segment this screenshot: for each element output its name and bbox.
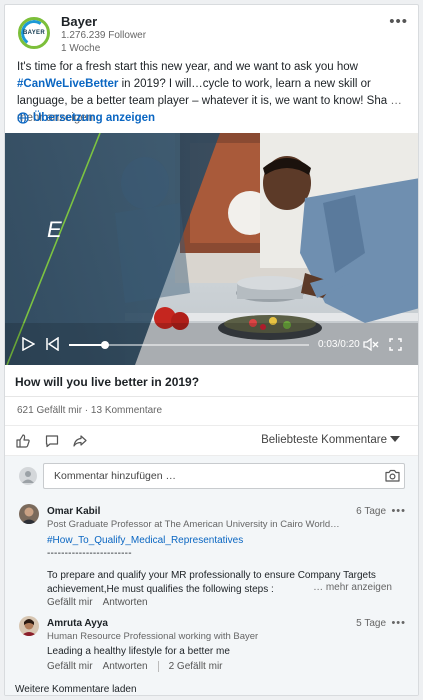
video-title[interactable]: How will you live better in 2019? <box>5 365 418 397</box>
video-frame <box>5 133 418 365</box>
comment-more-icon[interactable]: ••• <box>391 505 406 517</box>
company-logo[interactable]: BAYER <box>18 17 50 49</box>
follower-count: 1.276.239 Follower <box>61 30 147 41</box>
reaction-counts[interactable]: 621 Gefällt mir · 13 Kommentare <box>17 405 162 416</box>
post-hashtag[interactable]: #CanWeLiveBetter <box>17 78 118 90</box>
comment-like-button[interactable]: Gefällt mir <box>47 661 93 672</box>
video-overlay-letter: E <box>47 217 62 242</box>
avatar-photo <box>19 504 39 524</box>
post-actions: Beliebteste Kommentare <box>5 425 418 455</box>
feed-post-card: BAYER Bayer 1.276.239 Follower 1 Woche •… <box>4 4 419 696</box>
comment-divider-text: ------------------------ <box>47 548 132 559</box>
timeline-played <box>69 344 105 346</box>
comments-section: Omar Kabil Post Graduate Professor at Th… <box>5 455 418 695</box>
person-icon <box>22 471 34 483</box>
avatar-photo <box>19 616 39 636</box>
comment-age: 6 Tage <box>356 506 386 517</box>
comment-reply-button[interactable]: Antworten <box>103 597 148 608</box>
commenter-name[interactable]: Omar Kabil <box>47 506 100 517</box>
comment-like-count[interactable]: 2 Gefällt mir <box>169 661 223 672</box>
comment-actions: Gefällt mir Antworten <box>47 597 148 608</box>
comment-text: Leading a healthy lifestyle for a better… <box>47 646 230 657</box>
play-icon[interactable] <box>21 337 35 351</box>
translate-button[interactable]: Übersetzung anzeigen <box>17 112 155 124</box>
comment-age: 5 Tage <box>356 618 386 629</box>
globe-icon <box>17 112 29 124</box>
commenter-avatar[interactable] <box>19 504 39 524</box>
more-options-icon[interactable]: ••• <box>389 13 408 30</box>
fullscreen-icon[interactable] <box>389 338 402 351</box>
comment-actions: Gefällt mir Antworten 2 Gefällt mir <box>47 661 223 672</box>
video-timeline[interactable] <box>69 341 309 349</box>
translate-label: Übersetzung anzeigen <box>33 112 156 124</box>
comment-reply-button[interactable]: Antworten <box>103 661 148 672</box>
commenter-avatar[interactable] <box>19 616 39 636</box>
company-name[interactable]: Bayer <box>61 14 97 29</box>
load-more-comments[interactable]: Weitere Kommentare laden <box>15 684 137 695</box>
action-separator <box>157 661 159 672</box>
comment-more-icon[interactable]: ••• <box>391 617 406 629</box>
skip-back-icon[interactable] <box>45 337 59 351</box>
comment-icon[interactable] <box>45 434 59 448</box>
mute-icon[interactable] <box>363 338 379 351</box>
video-time: 0:03/0:20 <box>318 339 360 350</box>
video-player[interactable]: E 0:03/0:20 <box>5 133 418 365</box>
comment-like-button[interactable]: Gefällt mir <box>47 597 93 608</box>
commenter-name[interactable]: Amruta Ayya <box>47 618 108 629</box>
comment-show-more[interactable]: … mehr anzeigen <box>313 582 392 593</box>
commenter-headline: Post Graduate Professor at The American … <box>47 519 340 530</box>
my-avatar <box>19 467 37 485</box>
timeline-scrubber[interactable] <box>101 341 109 349</box>
like-icon[interactable] <box>16 434 30 448</box>
share-icon[interactable] <box>73 434 87 448</box>
post-header: BAYER Bayer 1.276.239 Follower 1 Woche •… <box>5 5 418 57</box>
comment-input[interactable] <box>43 463 405 489</box>
sort-label: Beliebteste Kommentare <box>261 434 387 446</box>
post-age: 1 Woche <box>61 43 101 54</box>
comment-sort-dropdown[interactable]: Beliebteste Kommentare <box>261 434 400 446</box>
chevron-down-icon <box>390 436 400 442</box>
camera-icon[interactable] <box>385 469 400 482</box>
post-text-1: It's time for a fresh start this new yea… <box>17 61 358 73</box>
comment-hashtag[interactable]: #How_To_Qualify_Medical_Representatives <box>47 534 397 548</box>
logo-text: BAYER <box>23 30 45 36</box>
commenter-headline: Human Resource Professional working with… <box>47 631 259 642</box>
